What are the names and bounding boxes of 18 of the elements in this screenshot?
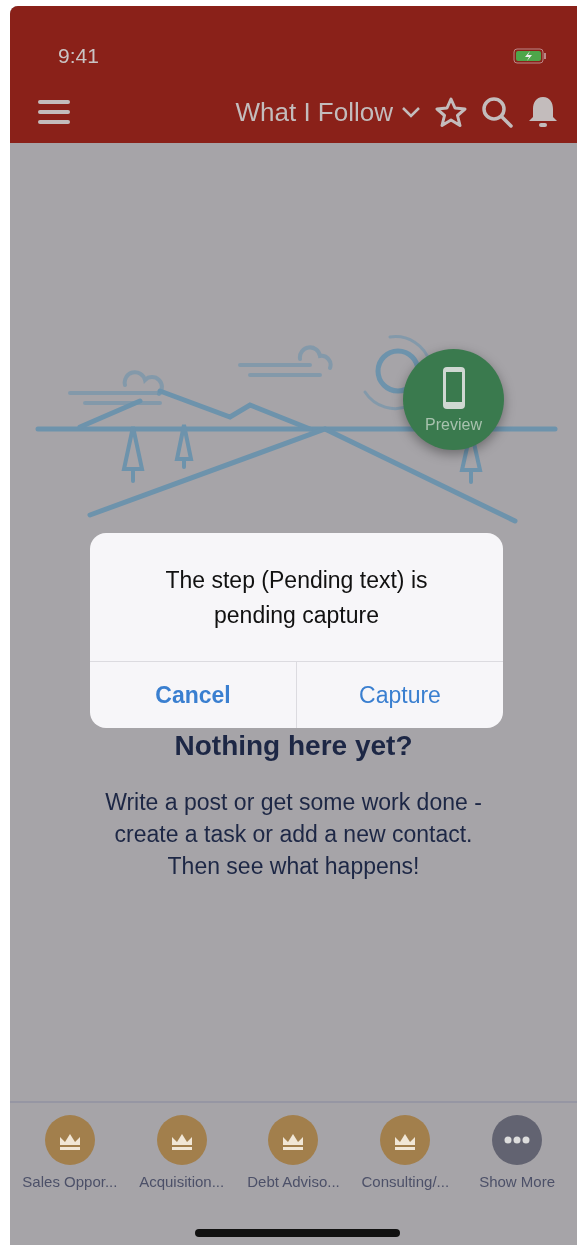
empty-heading: Nothing here yet? xyxy=(174,730,413,762)
chevron-down-icon xyxy=(401,106,421,118)
search-icon[interactable] xyxy=(481,96,513,128)
cancel-button[interactable]: Cancel xyxy=(90,662,296,728)
star-icon[interactable] xyxy=(435,96,467,128)
battery-icon xyxy=(513,48,547,64)
bell-icon[interactable] xyxy=(527,95,559,129)
nav-item[interactable]: Sales Oppor... xyxy=(14,1115,125,1245)
feed-dropdown[interactable]: What I Follow xyxy=(235,96,421,128)
more-icon xyxy=(504,1136,531,1144)
confirm-button[interactable]: Capture xyxy=(296,662,503,728)
dialog-message: The step (Pending text) is pending capture xyxy=(164,566,429,630)
menu-button[interactable] xyxy=(38,99,70,125)
preview-button[interactable]: Preview xyxy=(403,349,504,450)
nav-item[interactable]: Show More xyxy=(462,1115,573,1245)
phone-icon xyxy=(441,365,466,410)
status-time: 9:41 xyxy=(58,44,99,68)
empty-message: Write a post or get some work done - create a task or add a new contact. Then see what happens! xyxy=(104,788,483,881)
